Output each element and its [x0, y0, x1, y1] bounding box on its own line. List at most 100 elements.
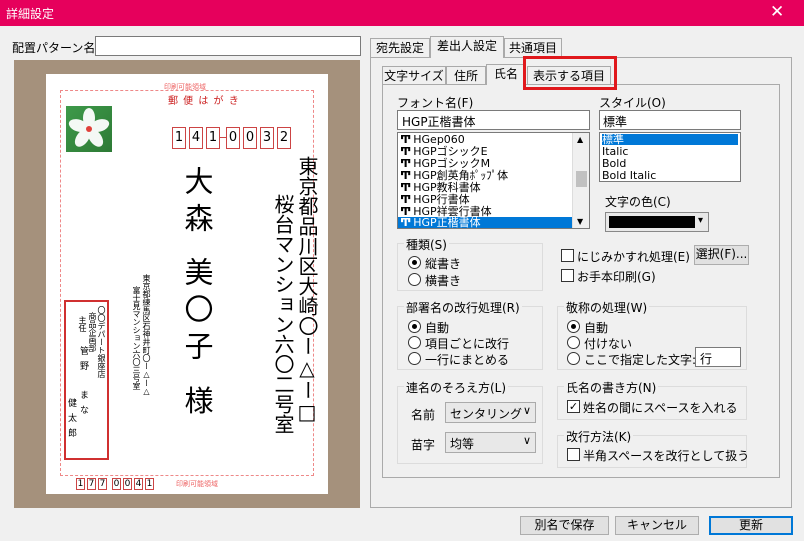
- space-between-checkbox[interactable]: ✓: [567, 400, 580, 413]
- radio-honor-none[interactable]: [567, 336, 580, 349]
- kind-group-label: 種類(S): [404, 236, 449, 253]
- joint-last-label: 苗字: [411, 438, 436, 452]
- halfwidth-space-label[interactable]: 半角スペースを改行として扱う: [583, 447, 749, 464]
- sender-company: 〇〇デパート銀座店: [97, 306, 106, 378]
- radio-vertical-label[interactable]: 縦書き: [425, 255, 461, 272]
- radio-vertical[interactable]: [408, 256, 421, 269]
- sample-label[interactable]: お手本印刷(G): [577, 268, 656, 285]
- tab-highlight-box: [523, 56, 617, 90]
- recipient-address-line1: 東京都品川区大崎〇ー△ー□: [295, 156, 319, 424]
- pattern-name-label: 配置パターン名: [12, 41, 96, 55]
- close-icon[interactable]: ✕: [770, 2, 784, 22]
- sender-last-name: 管野: [78, 346, 88, 376]
- cancel-button[interactable]: キャンセル: [615, 516, 699, 535]
- blur-label[interactable]: にじみかすれ処理(E): [577, 248, 690, 265]
- zip-digit: 0: [226, 127, 240, 149]
- radio-dept-single-label[interactable]: 一行にまとめる: [425, 351, 509, 368]
- blur-checkbox[interactable]: [561, 249, 574, 262]
- radio-honor-none-label[interactable]: 付けない: [584, 335, 632, 352]
- sender-zip-digit: 7: [87, 478, 96, 490]
- color-picker[interactable]: ▾: [605, 212, 709, 232]
- style-list-item[interactable]: Bold Italic: [602, 170, 738, 181]
- font-label: フォント名(F): [397, 96, 474, 110]
- recipient-address-line2: 桜台マンション六〇二号室: [271, 194, 295, 434]
- radio-dept-auto-label[interactable]: 自動: [425, 319, 449, 336]
- radio-honor-custom-label[interactable]: ここで指定した文字:: [584, 351, 696, 368]
- style-input[interactable]: 標準: [599, 110, 741, 130]
- sender-highlight-box: 〇〇デパート銀座店 商品企画部 主任 管野 まな 健太郎: [64, 300, 109, 460]
- zip-digit: 1: [206, 127, 220, 149]
- font-list[interactable]: Ͳ HGep060 Ͳ HGPゴシックE Ͳ HGPゴシックM Ͳ HGP創英角ﾎﾟｯﾌ…: [397, 132, 590, 229]
- style-list-item[interactable]: Bold: [602, 158, 738, 169]
- space-between-label[interactable]: 姓名の間にスペースを入れる: [583, 399, 738, 416]
- halfwidth-space-checkbox[interactable]: [567, 448, 580, 461]
- color-label: 文字の色(C): [605, 195, 671, 209]
- font-list-item-selected[interactable]: Ͳ HGP正楷書体: [398, 216, 572, 229]
- truetype-icon: Ͳ: [400, 216, 412, 229]
- print-area-label-bottom: 印刷可能領域: [176, 480, 218, 488]
- sender-first-name-1: まな: [78, 390, 88, 420]
- dept-group-label: 部署名の改行処理(R): [404, 299, 522, 316]
- dept-group: 部署名の改行処理(R) 自動 項目ごとに改行 一行にまとめる: [397, 299, 543, 370]
- joint-first-label: 名前: [411, 408, 436, 422]
- joint-last-select[interactable]: 均等 ∨: [445, 432, 536, 453]
- sender-zip-digit: 1: [145, 478, 154, 490]
- radio-dept-single[interactable]: [408, 352, 421, 365]
- zip-digit: 4: [189, 127, 203, 149]
- radio-honor-custom[interactable]: [567, 352, 580, 365]
- joint-first-select[interactable]: センタリング ∨: [445, 402, 536, 423]
- tab-sender[interactable]: 差出人設定: [430, 36, 504, 58]
- sender-zip-digit: 4: [134, 478, 143, 490]
- update-button[interactable]: 更新: [709, 516, 793, 535]
- honor-custom-input[interactable]: 行: [695, 347, 741, 367]
- scroll-up-icon[interactable]: ▲: [577, 135, 583, 144]
- style-label: スタイル(O): [599, 96, 666, 110]
- tab-name[interactable]: 氏名: [486, 64, 526, 85]
- chevron-down-icon: ∨: [522, 434, 531, 447]
- tab-font-size[interactable]: 文字サイズ: [382, 66, 446, 85]
- wrap-group-label: 改行方法(K): [564, 428, 634, 445]
- kind-group: 種類(S) 縦書き 横書き: [397, 236, 543, 291]
- style-list[interactable]: 標準 Italic Bold Bold Italic: [599, 132, 741, 182]
- sender-zip-digit: 1: [76, 478, 85, 490]
- sender-department: 商品企画部: [88, 312, 97, 352]
- radio-honor-auto-label[interactable]: 自動: [584, 319, 608, 336]
- sample-checkbox[interactable]: [561, 269, 574, 282]
- radio-horizontal-label[interactable]: 横書き: [425, 272, 461, 289]
- postcard: 印刷可能領域 郵 便 は が き 1 4 1 0 0 3 2 東京都品川区大崎〇…: [46, 74, 328, 494]
- radio-honor-auto[interactable]: [567, 320, 580, 333]
- joint-group-label: 連名のそろえ方(L): [404, 379, 509, 396]
- radio-dept-each-label[interactable]: 項目ごとに改行: [425, 335, 509, 352]
- zip-digit: 3: [260, 127, 274, 149]
- tab-common[interactable]: 共通項目: [504, 38, 562, 58]
- sender-zip-digit: 7: [98, 478, 107, 490]
- sender-address: 東京都練馬区石神井町〇ー△ー△: [142, 274, 151, 396]
- font-input[interactable]: HGP正楷書体: [397, 110, 590, 130]
- zip-digit: 2: [277, 127, 291, 149]
- wrap-group: 改行方法(K) 半角スペースを改行として扱う: [557, 428, 749, 468]
- tab-recipient[interactable]: 宛先設定: [370, 38, 430, 58]
- select-blur-button[interactable]: 選択(F)...: [694, 245, 749, 265]
- tab-address[interactable]: 住所: [446, 66, 486, 85]
- pattern-name-input[interactable]: [95, 36, 361, 56]
- style-list-item[interactable]: Italic: [602, 146, 738, 157]
- chevron-down-icon: ∨: [522, 404, 531, 417]
- save-as-button[interactable]: 別名で保存: [520, 516, 609, 535]
- scroll-down-icon[interactable]: ▼: [577, 217, 583, 226]
- recipient-name: 大森 美〇子 様: [180, 166, 214, 423]
- radio-dept-auto[interactable]: [408, 320, 421, 333]
- color-swatch: [609, 216, 695, 228]
- radio-dept-each[interactable]: [408, 336, 421, 349]
- window-title: 詳細設定: [6, 7, 55, 21]
- flower-stamp-image: [66, 106, 112, 152]
- font-list-scrollbar[interactable]: ▲ ▼: [572, 133, 589, 228]
- sender-title: 主任: [78, 316, 87, 332]
- radio-horizontal[interactable]: [408, 273, 421, 286]
- postcard-preview: 印刷可能領域 郵 便 は が き 1 4 1 0 0 3 2 東京都品川区大崎〇…: [14, 60, 360, 508]
- style-list-item-selected[interactable]: 標準: [602, 134, 738, 145]
- honor-group: 敬称の処理(W) 自動 付けない ここで指定した文字: 行: [557, 299, 747, 370]
- scrollbar-thumb[interactable]: [576, 171, 587, 187]
- print-area-label-top: 印刷可能領域: [164, 83, 206, 91]
- zip-digit: 0: [243, 127, 257, 149]
- sender-first-name-2: 健太郎: [66, 398, 76, 443]
